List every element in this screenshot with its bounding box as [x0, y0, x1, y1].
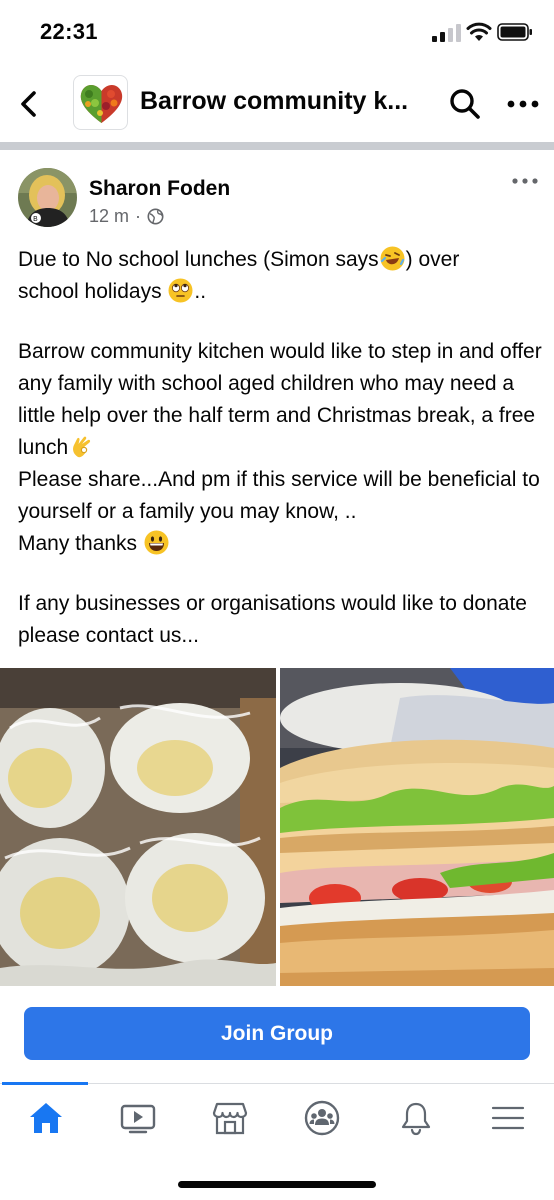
grinning-emoji-icon	[144, 530, 169, 555]
bottom-tab-bar	[0, 1082, 554, 1200]
active-tab-indicator	[2, 1082, 88, 1085]
section-divider	[0, 142, 554, 150]
wifi-icon	[466, 22, 492, 41]
group-header: Barrow community k...	[0, 66, 554, 142]
group-title[interactable]: Barrow community k...	[140, 87, 415, 116]
post-text-segment: Many thanks	[18, 532, 143, 555]
svg-text:B: B	[33, 215, 38, 223]
battery-icon	[497, 23, 532, 41]
marketplace-icon	[212, 1102, 248, 1135]
post-text-segment: ) over	[405, 248, 460, 271]
packed-lunches-photo[interactable]	[0, 668, 276, 986]
packed-lunches-image	[0, 668, 276, 986]
home-icon	[30, 1103, 62, 1133]
post-paragraph: Barrow community kitchen would like to s…	[18, 336, 543, 560]
sandwich-image	[280, 668, 554, 986]
meta-separator: ·	[135, 206, 142, 226]
tab-notifications[interactable]	[386, 1096, 446, 1140]
post-text-segment: Please share...And pm if this service wi…	[18, 468, 540, 523]
video-icon	[120, 1104, 156, 1134]
notifications-icon	[401, 1102, 431, 1136]
ok-hand-emoji-icon	[73, 436, 91, 458]
author-avatar[interactable]: B	[18, 168, 77, 227]
back-chevron-icon[interactable]	[14, 86, 44, 122]
status-bar: 22:31	[0, 0, 554, 66]
post-card: B Sharon Foden 12 m · Due to No school l…	[0, 150, 554, 995]
author-photo: B	[18, 168, 77, 227]
join-group-button[interactable]: Join Group	[24, 1007, 530, 1060]
group-avatar[interactable]	[73, 75, 128, 130]
menu-icon	[491, 1106, 525, 1130]
post-paragraph: Due to No school lunches (Simon says ) ov…	[18, 244, 543, 308]
home-indicator-bar	[178, 1181, 376, 1188]
sandwich-photo[interactable]	[280, 668, 554, 986]
cellular-signal-icon	[432, 24, 461, 42]
post-options-icon[interactable]	[510, 176, 540, 186]
post-time[interactable]: 12 m	[89, 206, 129, 227]
author-name[interactable]: Sharon Foden	[89, 177, 230, 201]
tab-marketplace[interactable]	[200, 1096, 260, 1140]
tab-groups[interactable]	[292, 1096, 352, 1140]
post-text-segment: school holidays	[18, 280, 168, 303]
more-options-icon[interactable]	[503, 92, 543, 116]
post-text-segment: ..	[194, 280, 207, 303]
post-photos	[0, 668, 554, 986]
post-body: Due to No school lunches (Simon says ) ov…	[18, 244, 543, 652]
tab-watch[interactable]	[108, 1096, 168, 1140]
post-text-segment: Due to No school lunches (Simon says	[18, 248, 379, 271]
heart-vegetables-logo	[80, 85, 123, 123]
post-meta: 12 m ·	[89, 206, 164, 227]
search-icon[interactable]	[447, 86, 483, 122]
groups-icon	[304, 1100, 340, 1136]
eye-roll-emoji-icon	[168, 278, 193, 303]
tab-home[interactable]	[16, 1096, 76, 1140]
tab-menu[interactable]	[478, 1096, 538, 1140]
public-globe-icon	[147, 208, 164, 225]
post-paragraph: If any businesses or organisations would…	[18, 592, 527, 647]
rofl-emoji-icon	[380, 246, 405, 271]
status-time: 22:31	[40, 19, 98, 44]
post-text-segment: Barrow community kitchen would like to s…	[18, 340, 542, 459]
